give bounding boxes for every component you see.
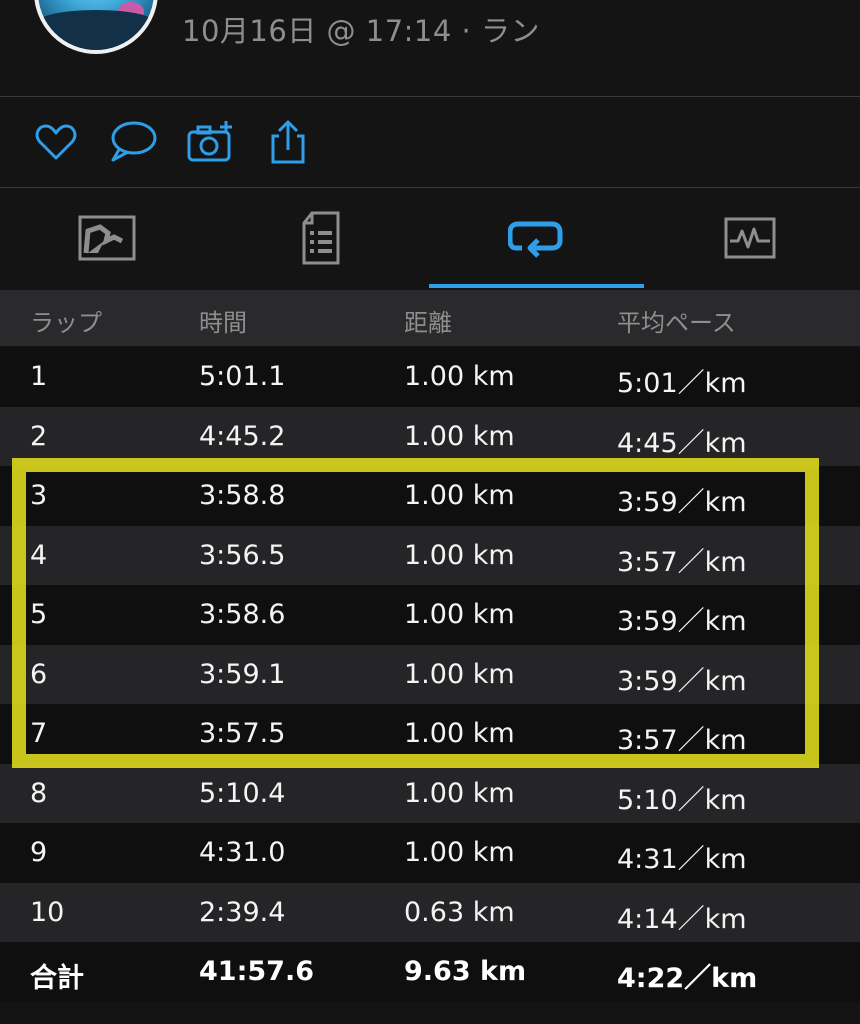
add-photo-icon[interactable] bbox=[186, 118, 234, 166]
lap-distance: 1.00 km bbox=[404, 778, 515, 809]
lap-number: 2 bbox=[30, 421, 48, 452]
loop-icon bbox=[508, 221, 563, 258]
lap-pace: 5:10／km bbox=[617, 785, 747, 816]
table-row: 1 5:01.1 1.00 km 5:01／km bbox=[0, 347, 860, 407]
avatar-land-decoration bbox=[38, 10, 154, 50]
comment-icon[interactable] bbox=[108, 118, 157, 166]
lap-time: 3:57.5 bbox=[199, 718, 286, 749]
lap-distance: 1.00 km bbox=[404, 540, 515, 571]
lap-number: 1 bbox=[30, 361, 48, 392]
total-pace: 4:22／km bbox=[617, 963, 758, 994]
total-time: 41:57.6 bbox=[199, 956, 314, 987]
header-distance: 距離 bbox=[404, 309, 452, 337]
lap-distance: 1.00 km bbox=[404, 837, 515, 868]
lap-pace: 4:45／km bbox=[617, 428, 747, 459]
total-label: 合計 bbox=[30, 963, 84, 994]
heart-icon[interactable] bbox=[32, 118, 80, 166]
table-row: 4 3:56.5 1.00 km 3:57／km bbox=[0, 526, 860, 586]
lap-distance: 1.00 km bbox=[404, 718, 515, 749]
lap-time: 2:39.4 bbox=[199, 897, 286, 928]
lap-distance: 0.63 km bbox=[404, 897, 515, 928]
lap-number: 6 bbox=[30, 659, 48, 690]
table-row: 7 3:57.5 1.00 km 3:57／km bbox=[0, 704, 860, 764]
lap-distance: 1.00 km bbox=[404, 421, 515, 452]
table-row: 8 5:10.4 1.00 km 5:10／km bbox=[0, 764, 860, 824]
lap-distance: 1.00 km bbox=[404, 659, 515, 690]
tab-laps[interactable] bbox=[429, 188, 643, 288]
lap-pace: 3:59／km bbox=[617, 666, 747, 697]
lap-number: 3 bbox=[30, 480, 48, 511]
total-distance: 9.63 km bbox=[404, 956, 527, 987]
document-list-icon bbox=[302, 211, 340, 265]
lap-number: 9 bbox=[30, 837, 48, 868]
lap-time: 3:59.1 bbox=[199, 659, 286, 690]
lap-time: 4:45.2 bbox=[199, 421, 286, 452]
table-row: 9 4:31.0 1.00 km 4:31／km bbox=[0, 823, 860, 883]
tab-charts[interactable] bbox=[643, 188, 857, 288]
lap-pace: 3:59／km bbox=[617, 487, 747, 518]
table-row: 6 3:59.1 1.00 km 3:59／km bbox=[0, 645, 860, 705]
lap-pace: 3:57／km bbox=[617, 725, 747, 756]
tab-summary[interactable] bbox=[214, 188, 428, 288]
lap-pace: 3:57／km bbox=[617, 547, 747, 578]
lap-number: 7 bbox=[30, 718, 48, 749]
map-icon bbox=[78, 215, 136, 261]
avatar[interactable] bbox=[34, 0, 158, 54]
table-total-row: 合計 41:57.6 9.63 km 4:22／km bbox=[0, 942, 860, 1002]
tab-map[interactable] bbox=[0, 188, 214, 288]
lap-time: 3:56.5 bbox=[199, 540, 286, 571]
lap-number: 5 bbox=[30, 599, 48, 630]
lap-pace: 4:31／km bbox=[617, 844, 747, 875]
table-row: 5 3:58.6 1.00 km 3:59／km bbox=[0, 585, 860, 645]
table-row: 3 3:58.8 1.00 km 3:59／km bbox=[0, 466, 860, 526]
lap-number: 4 bbox=[30, 540, 48, 571]
header-time: 時間 bbox=[199, 309, 247, 337]
lap-pace: 5:01／km bbox=[617, 368, 747, 399]
activity-header: 10月16日 @ 17:14 · ラン bbox=[0, 0, 860, 96]
share-icon[interactable] bbox=[266, 118, 314, 166]
table-row: 2 4:45.2 1.00 km 4:45／km bbox=[0, 407, 860, 467]
lap-distance: 1.00 km bbox=[404, 480, 515, 511]
table-row: 10 2:39.4 0.63 km 4:14／km bbox=[0, 883, 860, 943]
header-avg-pace: 平均ペース bbox=[617, 309, 736, 337]
lap-distance: 1.00 km bbox=[404, 599, 515, 630]
lap-time: 5:01.1 bbox=[199, 361, 286, 392]
lap-number: 10 bbox=[30, 897, 65, 928]
lap-pace: 3:59／km bbox=[617, 606, 747, 637]
lap-pace: 4:14／km bbox=[617, 904, 747, 935]
lap-number: 8 bbox=[30, 778, 48, 809]
header-lap: ラップ bbox=[30, 309, 102, 337]
lap-distance: 1.00 km bbox=[404, 361, 515, 392]
active-tab-indicator bbox=[429, 284, 644, 288]
lap-time: 4:31.0 bbox=[199, 837, 286, 868]
lap-time: 5:10.4 bbox=[199, 778, 286, 809]
lap-time: 3:58.8 bbox=[199, 480, 286, 511]
lap-time: 3:58.6 bbox=[199, 599, 286, 630]
heart-rate-chart-icon bbox=[724, 217, 776, 259]
activity-datetime-type: 10月16日 @ 17:14 · ラン bbox=[182, 14, 540, 48]
